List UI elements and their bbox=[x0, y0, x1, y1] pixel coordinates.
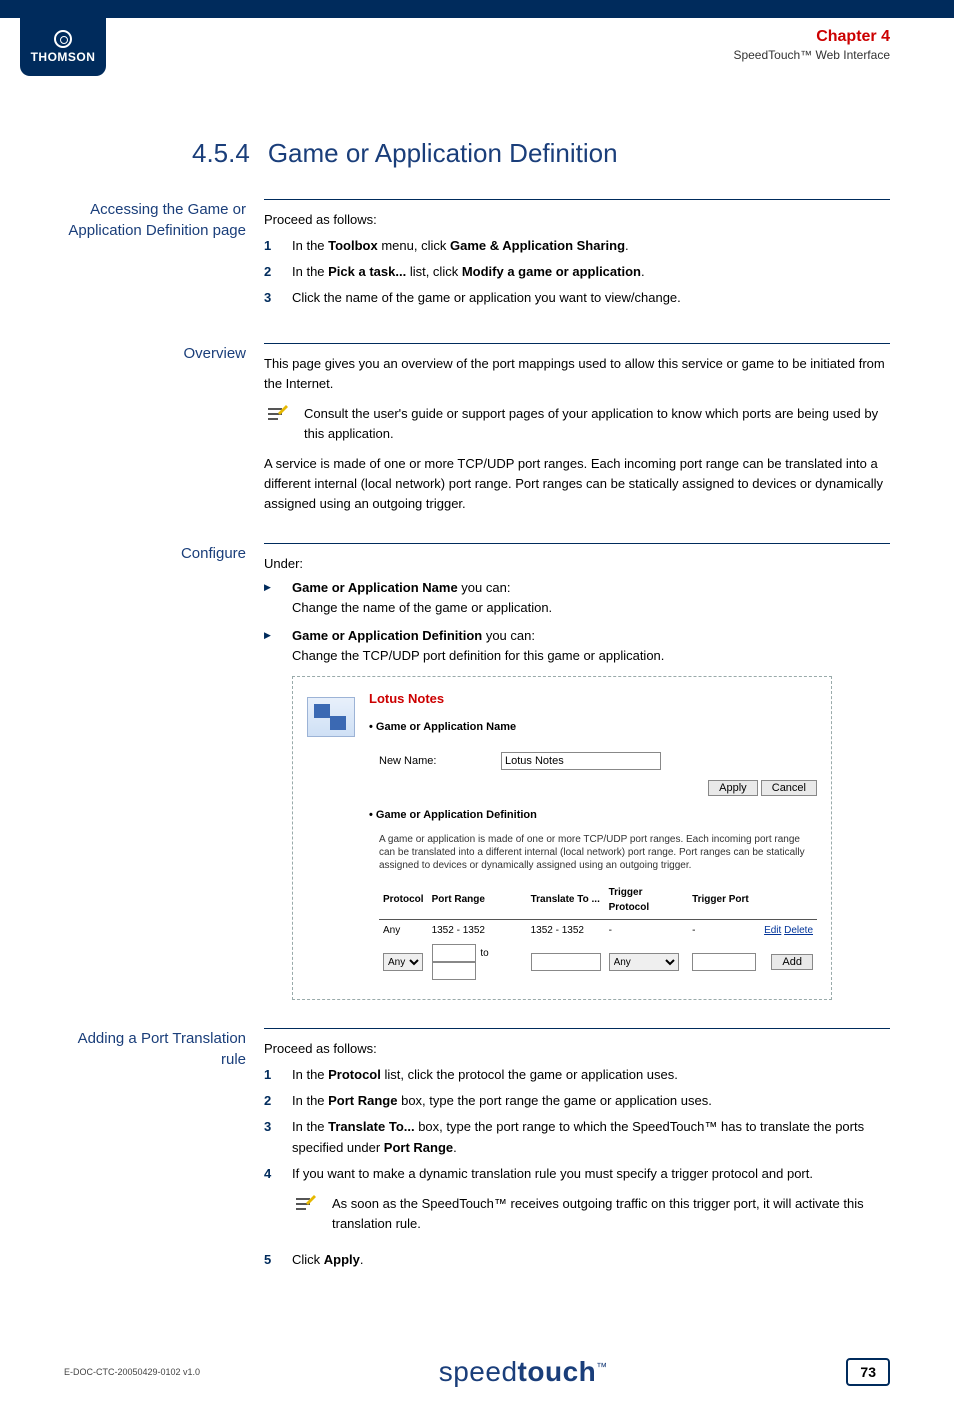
s4-step-4: 4 If you want to make a dynamic translat… bbox=[264, 1164, 890, 1244]
s1-step-1: 1 In the Toolbox menu, click Game & Appl… bbox=[264, 236, 890, 256]
s4-note: As soon as the SpeedTouch™ receives outg… bbox=[292, 1194, 890, 1234]
th-protocol: Protocol bbox=[379, 882, 428, 920]
panel-title: Lotus Notes bbox=[369, 689, 516, 709]
table-row: Any 1352 - 1352 1352 - 1352 - - Edit Del… bbox=[379, 919, 817, 941]
trigger-protocol-select[interactable]: Any bbox=[609, 953, 679, 971]
side-label-accessing: Accessing the Game or Application Defini… bbox=[64, 199, 264, 315]
s4-step-3: 3 In the Translate To... box, type the p… bbox=[264, 1117, 890, 1157]
delete-link[interactable]: Delete bbox=[784, 925, 813, 936]
footer-brand: speedtouch™ bbox=[439, 1356, 608, 1388]
panel-sec2: Game or Application Definition bbox=[369, 807, 817, 824]
s1-intro: Proceed as follows: bbox=[264, 210, 890, 230]
s3-item-definition: Game or Application Definition you can:C… bbox=[264, 626, 890, 666]
table-form-row: Any to Any bbox=[379, 941, 817, 983]
section-number: 4.5.4 bbox=[192, 138, 250, 169]
page-footer: E-DOC-CTC-20050429-0102 v1.0 speedtouch™… bbox=[0, 1356, 954, 1428]
side-label-configure: Configure bbox=[64, 543, 264, 1000]
logo-ring-icon bbox=[54, 30, 72, 48]
chapter-label: Chapter 4 bbox=[733, 28, 890, 46]
s4-step-1: 1 In the Protocol list, click the protoc… bbox=[264, 1065, 890, 1085]
newname-input[interactable] bbox=[501, 752, 661, 770]
top-bar bbox=[0, 0, 954, 18]
s3-intro: Under: bbox=[264, 554, 890, 574]
panel-desc: A game or application is made of one or … bbox=[379, 833, 817, 872]
th-trigger-protocol: Trigger Protocol bbox=[605, 882, 688, 920]
doc-id: E-DOC-CTC-20050429-0102 v1.0 bbox=[64, 1367, 200, 1377]
trigger-port-input[interactable] bbox=[692, 953, 756, 971]
side-label-adding: Adding a Port Translation rule bbox=[64, 1028, 264, 1276]
th-trigger-port: Trigger Port bbox=[688, 882, 760, 920]
panel-sec1: Game or Application Name bbox=[369, 719, 516, 736]
add-button[interactable]: Add bbox=[771, 954, 813, 970]
note-icon bbox=[292, 1194, 320, 1216]
edit-link[interactable]: Edit bbox=[764, 925, 781, 936]
th-translate: Translate To ... bbox=[527, 882, 605, 920]
translate-input[interactable] bbox=[531, 953, 601, 971]
s3-item-name: Game or Application Name you can:Change … bbox=[264, 578, 890, 618]
logo-text: THOMSON bbox=[31, 50, 96, 64]
protocol-select[interactable]: Any bbox=[383, 953, 423, 971]
apply-button[interactable]: Apply bbox=[708, 780, 758, 796]
newname-label: New Name: bbox=[379, 753, 489, 770]
side-label-overview: Overview bbox=[64, 343, 264, 515]
s2-p1: This page gives you an overview of the p… bbox=[264, 354, 890, 394]
thomson-logo: THOMSON bbox=[20, 18, 106, 76]
s1-step-3: 3 Click the name of the game or applicat… bbox=[264, 288, 890, 308]
definition-panel: Lotus Notes Game or Application Name New… bbox=[292, 676, 832, 1000]
port-table: Protocol Port Range Translate To ... Tri… bbox=[379, 882, 817, 984]
s4-step-5: 5 Click Apply. bbox=[264, 1250, 890, 1270]
th-portrange: Port Range bbox=[428, 882, 527, 920]
section-heading: 4.5.4 Game or Application Definition bbox=[192, 138, 890, 169]
section-title: Game or Application Definition bbox=[268, 138, 618, 169]
app-icon bbox=[307, 697, 355, 737]
note-icon bbox=[264, 404, 292, 426]
chapter-subtitle: SpeedTouch™ Web Interface bbox=[733, 48, 890, 62]
s2-p2: A service is made of one or more TCP/UDP… bbox=[264, 454, 890, 514]
s1-step-2: 2 In the Pick a task... list, click Modi… bbox=[264, 262, 890, 282]
s2-note: Consult the user's guide or support page… bbox=[264, 404, 890, 444]
s4-step-2: 2 In the Port Range box, type the port r… bbox=[264, 1091, 890, 1111]
page-number: 73 bbox=[846, 1358, 890, 1386]
page-header: Chapter 4 SpeedTouch™ Web Interface bbox=[733, 28, 890, 62]
port-from-input[interactable] bbox=[432, 944, 476, 962]
cancel-button[interactable]: Cancel bbox=[761, 780, 817, 796]
s4-intro: Proceed as follows: bbox=[264, 1039, 890, 1059]
port-to-input[interactable] bbox=[432, 962, 476, 980]
